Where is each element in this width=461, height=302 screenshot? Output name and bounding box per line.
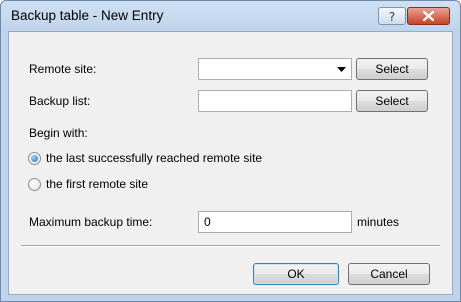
radio-last-site[interactable] xyxy=(28,152,41,165)
max-backup-time-label: Maximum backup time: xyxy=(29,215,153,229)
separator-line xyxy=(21,245,440,247)
radio-last-site-label[interactable]: the last successfully reached remote sit… xyxy=(46,151,262,165)
cancel-button[interactable]: Cancel xyxy=(348,263,430,285)
max-backup-time-input[interactable]: 0 xyxy=(198,211,352,233)
radio-first-site-label[interactable]: the first remote site xyxy=(46,177,148,191)
begin-with-label: Begin with: xyxy=(29,126,88,140)
max-backup-time-value: 0 xyxy=(204,215,211,229)
backup-list-input[interactable] xyxy=(198,90,352,112)
dialog-client-area: Remote site: Select Backup list: Select … xyxy=(8,31,453,295)
ok-button[interactable]: OK xyxy=(253,263,339,285)
chevron-down-icon xyxy=(337,67,346,72)
remote-site-combobox[interactable] xyxy=(198,58,352,80)
title-bar[interactable]: Backup table - New Entry ? xyxy=(1,1,460,31)
backup-list-select-button[interactable]: Select xyxy=(356,90,428,112)
remote-site-label: Remote site: xyxy=(29,62,97,76)
svg-text:?: ? xyxy=(389,10,395,24)
minutes-unit-label: minutes xyxy=(357,215,400,229)
backup-list-label: Backup list: xyxy=(29,94,91,108)
remote-site-select-button[interactable]: Select xyxy=(356,58,428,80)
window-title: Backup table - New Entry xyxy=(11,8,164,23)
close-x-icon xyxy=(422,10,435,22)
radio-selected-dot xyxy=(31,155,38,162)
radio-first-site[interactable] xyxy=(28,178,41,191)
close-button[interactable] xyxy=(407,7,450,25)
dialog-window: Backup table - New Entry ? Remote site: … xyxy=(0,0,461,302)
help-button[interactable]: ? xyxy=(378,7,406,25)
question-mark-icon: ? xyxy=(389,10,395,24)
